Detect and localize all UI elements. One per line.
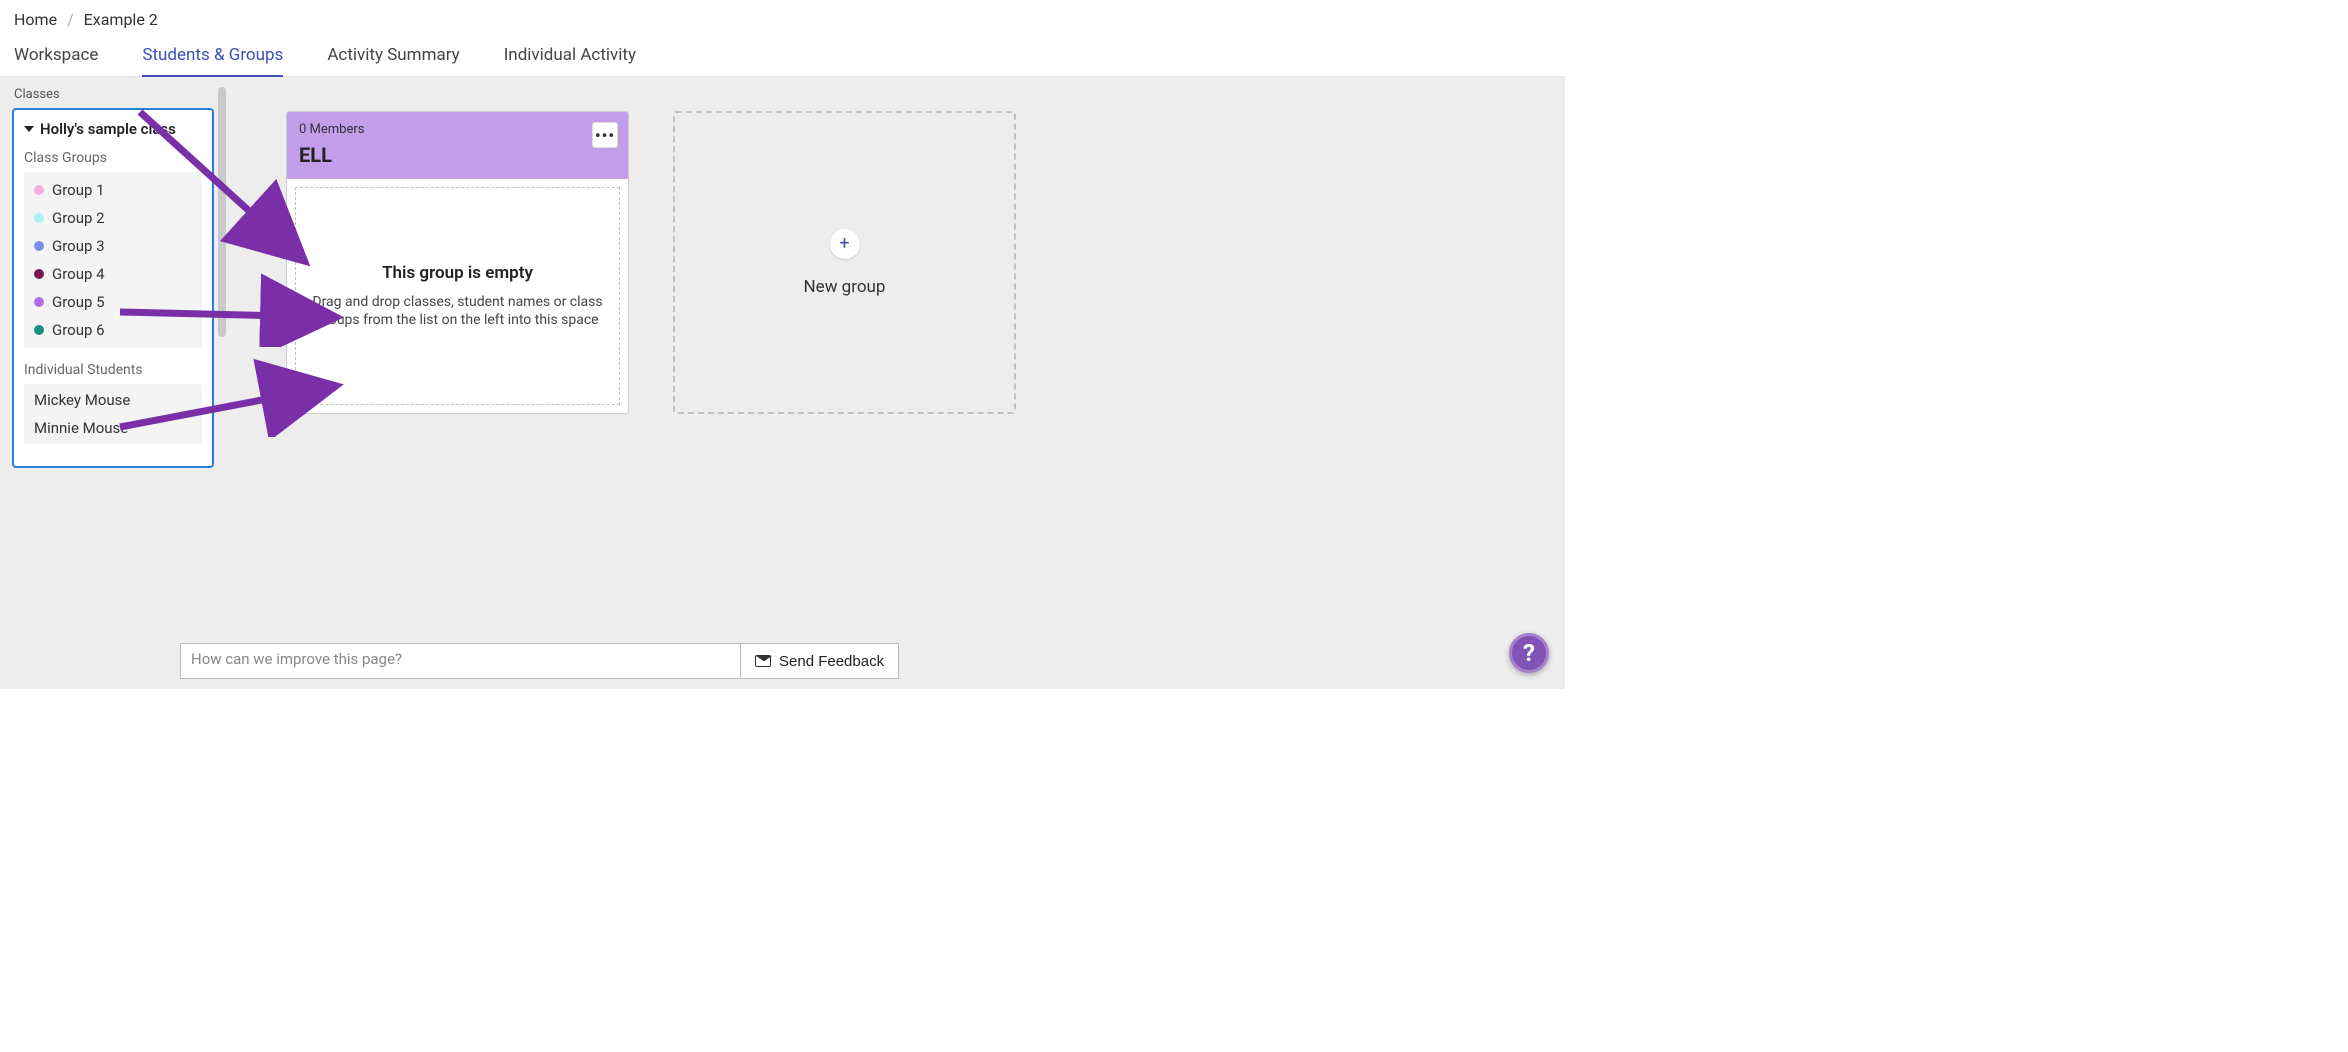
group-card: 0 Members ELL ••• This group is empty Dr… — [286, 111, 629, 414]
list-item[interactable]: Group 3 — [24, 232, 202, 260]
group-label: Group 2 — [52, 209, 105, 227]
list-item[interactable]: Group 2 — [24, 204, 202, 232]
list-item[interactable]: Group 4 — [24, 260, 202, 288]
feedback-bar: Send Feedback — [180, 643, 899, 679]
group-name: ELL — [299, 143, 616, 167]
list-item[interactable]: Group 6 — [24, 316, 202, 344]
list-item[interactable]: Group 1 — [24, 176, 202, 204]
help-button[interactable]: ? — [1509, 633, 1549, 673]
color-swatch — [34, 185, 44, 195]
feedback-input[interactable] — [180, 643, 740, 679]
new-group-button[interactable]: + New group — [673, 111, 1016, 414]
group-label: Group 6 — [52, 321, 105, 339]
list-item[interactable]: Minnie Mouse — [24, 414, 202, 442]
mail-icon — [755, 655, 771, 667]
tab-workspace[interactable]: Workspace — [14, 39, 98, 76]
color-swatch — [34, 297, 44, 307]
empty-subtitle: Drag and drop classes, student names or … — [312, 293, 603, 329]
scrollbar[interactable] — [218, 87, 226, 337]
class-toggle[interactable]: Holly's sample class — [24, 120, 202, 138]
tabs: Workspace Students & Groups Activity Sum… — [0, 35, 1565, 77]
color-swatch — [34, 325, 44, 335]
chevron-down-icon — [24, 126, 34, 132]
sidebar: Classes Holly's sample class Class Group… — [0, 77, 226, 689]
class-groups-label: Class Groups — [24, 150, 202, 166]
class-panel: Holly's sample class Class Groups Group … — [12, 108, 214, 468]
sidebar-title: Classes — [12, 85, 214, 108]
content-area: 0 Members ELL ••• This group is empty Dr… — [226, 77, 1565, 689]
group-dropzone[interactable]: This group is empty Drag and drop classe… — [295, 187, 620, 405]
breadcrumb-home[interactable]: Home — [14, 10, 57, 29]
color-swatch — [34, 213, 44, 223]
member-count: 0 Members — [299, 122, 616, 137]
breadcrumb: Home / Example 2 — [0, 0, 1565, 35]
class-name: Holly's sample class — [40, 120, 176, 138]
individual-students-list: Mickey Mouse Minnie Mouse — [24, 384, 202, 444]
group-label: Group 3 — [52, 237, 105, 255]
more-icon: ••• — [595, 126, 615, 145]
tab-individual-activity[interactable]: Individual Activity — [504, 39, 636, 76]
help-icon: ? — [1523, 639, 1535, 667]
send-feedback-button[interactable]: Send Feedback — [740, 643, 899, 679]
tab-students-groups[interactable]: Students & Groups — [142, 39, 283, 77]
more-button[interactable]: ••• — [592, 122, 618, 148]
group-header: 0 Members ELL ••• — [287, 112, 628, 179]
empty-title: This group is empty — [382, 263, 533, 283]
breadcrumb-separator: / — [67, 10, 74, 29]
color-swatch — [34, 241, 44, 251]
group-label: Group 4 — [52, 265, 105, 283]
group-label: Group 5 — [52, 293, 105, 311]
tab-activity-summary[interactable]: Activity Summary — [327, 39, 459, 76]
plus-icon: + — [830, 229, 860, 259]
send-feedback-label: Send Feedback — [779, 653, 884, 670]
group-label: Group 1 — [52, 181, 105, 199]
color-swatch — [34, 269, 44, 279]
list-item[interactable]: Mickey Mouse — [24, 386, 202, 414]
new-group-label: New group — [804, 277, 886, 297]
individual-students-label: Individual Students — [24, 362, 202, 378]
class-groups-list: Group 1 Group 2 Group 3 Group 4 Group 5 — [24, 172, 202, 348]
breadcrumb-current: Example 2 — [84, 10, 158, 29]
list-item[interactable]: Group 5 — [24, 288, 202, 316]
